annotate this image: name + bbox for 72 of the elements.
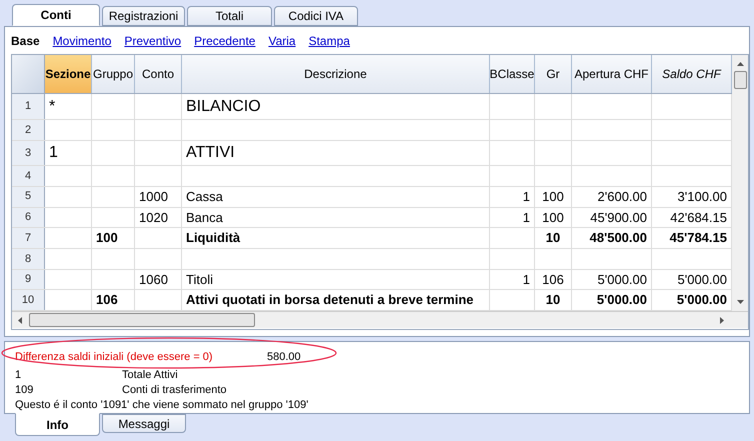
scroll-left-icon[interactable] (18, 316, 22, 324)
row-number: 6 (12, 208, 45, 228)
row-number: 5 (12, 186, 45, 207)
table-cell: ATTIVI (182, 140, 490, 166)
info-text: Questo é il conto '1091' che viene sommato nel gruppo '109' (15, 398, 308, 414)
view-link[interactable]: Preventivo (124, 32, 182, 50)
table-cell: 10 (535, 290, 572, 310)
row-number: 8 (12, 248, 45, 269)
info-text: Differenza saldi iniziali (deve essere = 0) (15, 350, 214, 365)
view-link[interactable]: Base (11, 32, 40, 50)
table-cell: 2'600.00 (572, 186, 652, 207)
info-value: Totale Attivi (122, 368, 178, 384)
row-number: 2 (12, 120, 45, 140)
row-number: 1 (12, 94, 45, 119)
table-cell: 106 (92, 290, 135, 310)
table-cell: 100 (535, 208, 572, 228)
info-text: 1 (15, 368, 22, 384)
view-link[interactable]: Movimento (52, 32, 112, 50)
table-cell: 1 (490, 208, 535, 228)
table-cell: Titoli (182, 270, 490, 290)
table-cell: 5'000.00 (572, 290, 652, 310)
column-header[interactable]: Apertura CHF (572, 55, 652, 94)
tab[interactable]: Codici IVA (274, 6, 358, 26)
table-cell: 45'900.00 (572, 208, 652, 228)
scroll-down-icon[interactable] (736, 300, 744, 304)
scroll-thumb[interactable] (734, 71, 746, 89)
row-number: 9 (12, 270, 45, 290)
tab[interactable]: Info (15, 413, 100, 436)
table-cell: 10 (535, 228, 572, 248)
table-cell: * (45, 94, 92, 119)
scroll-right-icon[interactable] (720, 316, 724, 324)
column-header[interactable]: Saldo CHF (652, 55, 732, 94)
table-cell: 5'000.00 (572, 270, 652, 290)
row-number: 10 (12, 290, 45, 310)
view-link[interactable]: Varia (268, 32, 296, 50)
column-header[interactable]: Descrizione (182, 55, 490, 94)
table-cell: 106 (535, 270, 572, 290)
table-cell: Cassa (182, 186, 490, 207)
table-cell: 1000 (135, 186, 182, 207)
row-number: 7 (12, 228, 45, 248)
tab[interactable]: Conti (12, 4, 100, 26)
column-header[interactable]: BClasse (490, 55, 535, 94)
table-cell: 1020 (135, 208, 182, 228)
info-text: 109 (15, 383, 34, 398)
view-link[interactable]: Precedente (194, 32, 256, 50)
tab[interactable]: Messaggi (102, 414, 186, 433)
column-header[interactable]: Gr (535, 55, 572, 94)
table-cell: 1 (45, 140, 92, 166)
vertical-scrollbar[interactable] (732, 55, 748, 311)
table-cell: 100 (92, 228, 135, 248)
scroll-thumb[interactable] (29, 313, 255, 327)
tab[interactable]: Totali (187, 6, 272, 26)
table-cell: BILANCIO (182, 94, 490, 119)
horizontal-scrollbar[interactable] (12, 311, 748, 328)
row-number: 4 (12, 166, 45, 186)
view-link[interactable]: Stampa (308, 32, 350, 50)
table-cell: 1 (490, 270, 535, 290)
column-header[interactable]: Sezione (45, 55, 92, 94)
table-cell: 1 (490, 186, 535, 207)
tab[interactable]: Registrazioni (102, 6, 185, 26)
table-cell: 100 (535, 186, 572, 207)
table-cell: Liquidità (182, 228, 490, 248)
table-cell: 1060 (135, 270, 182, 290)
table-cell: Attivi quotati in borsa detenuti a breve termine (182, 290, 490, 310)
row-number: 3 (12, 140, 45, 166)
info-value: Conti di trasferimento (122, 383, 227, 398)
info-value: 580.00 (267, 350, 301, 365)
column-header[interactable]: Conto (135, 55, 182, 94)
column-header[interactable]: Gruppo (92, 55, 135, 94)
scroll-up-icon[interactable] (736, 62, 744, 66)
table-cell: Banca (182, 208, 490, 228)
table-cell: 48'500.00 (572, 228, 652, 248)
